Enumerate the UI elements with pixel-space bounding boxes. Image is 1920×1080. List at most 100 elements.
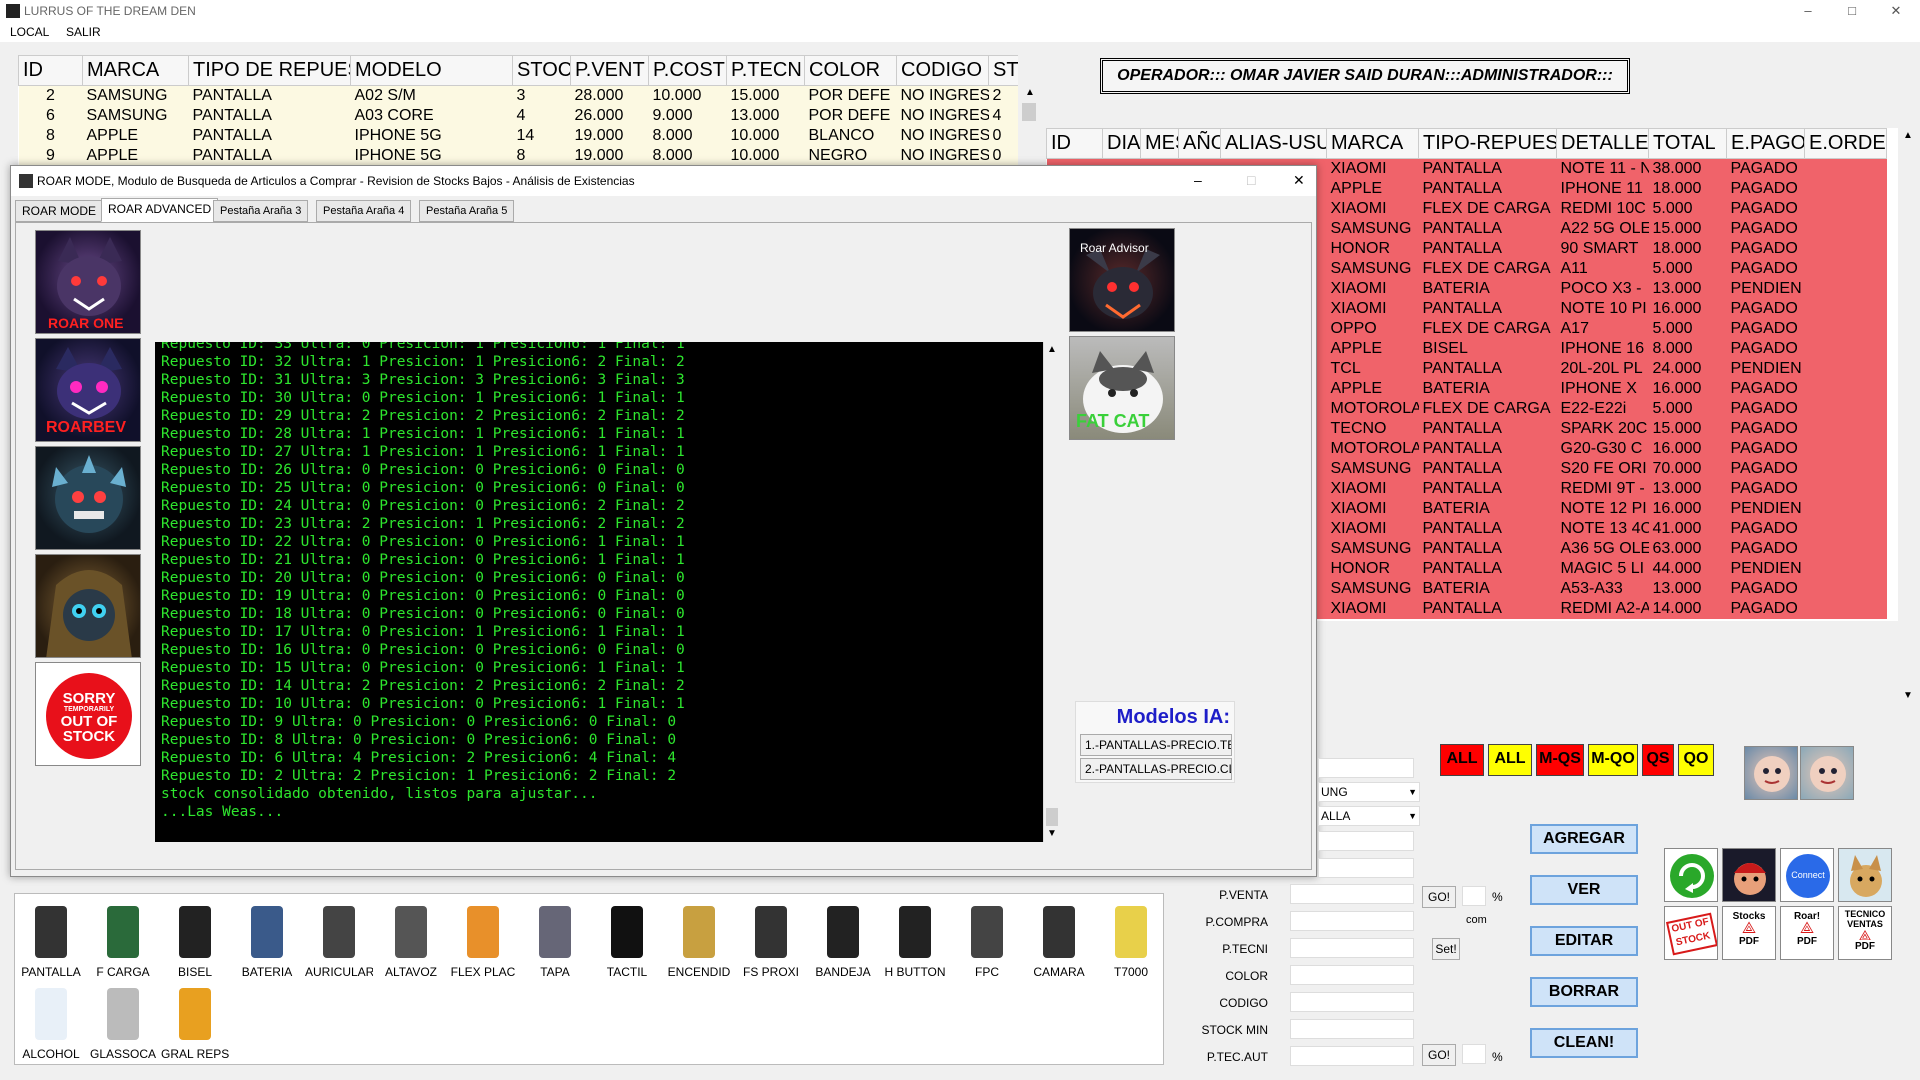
orders-col-header[interactable]: AÑO xyxy=(1178,128,1221,159)
stocks-pdf-button[interactable]: Stocks ⟁ PDF xyxy=(1722,906,1776,960)
scroll-up-icon[interactable]: ▲ xyxy=(1047,344,1057,355)
tool-bisel[interactable]: BISEL xyxy=(161,898,229,980)
clean-button[interactable]: CLEAN! xyxy=(1530,1028,1638,1058)
filter-button-m-qs[interactable]: M-QS xyxy=(1536,744,1584,776)
stock-min-input[interactable] xyxy=(1290,1019,1414,1039)
table-row[interactable]: 2 SAMSUNG PANTALLA A02 S/M 3 28.000 10.000 15.0… xyxy=(18,85,1018,106)
orders-col-header[interactable]: TIPO-REPUES xyxy=(1418,128,1557,159)
maximize-button[interactable]: □ xyxy=(1838,3,1866,18)
popup-close-button[interactable]: ✕ xyxy=(1293,172,1305,189)
tab-roar-mode[interactable]: ROAR MODE xyxy=(15,200,104,222)
p-tecni-input[interactable] xyxy=(1290,938,1414,958)
orders-col-header[interactable]: E.ORDE xyxy=(1804,128,1887,159)
roar-bev-thumb[interactable]: ROARBEV xyxy=(35,338,141,442)
stock-col-header[interactable]: COLOR xyxy=(804,55,897,86)
dog-button[interactable] xyxy=(1838,848,1892,902)
p-compra-input[interactable] xyxy=(1290,911,1414,931)
tool-pantalla[interactable]: PANTALLA xyxy=(17,898,85,980)
tab-arana-3[interactable]: Pestaña Araña 3 xyxy=(213,200,309,222)
filter-button-all[interactable]: ALL xyxy=(1488,744,1532,776)
table-row[interactable]: 8 APPLE PANTALLA IPHONE 5G 14 19.000 8.000 10.0… xyxy=(18,125,1018,146)
spiky-monster-thumb[interactable] xyxy=(35,446,141,550)
scroll-down-icon[interactable]: ▼ xyxy=(1047,828,1057,839)
orders-col-header[interactable]: MES xyxy=(1140,128,1179,159)
orders-col-header[interactable]: ALIAS-USU xyxy=(1220,128,1327,159)
tab-roar-advanced[interactable]: ROAR ADVANCED xyxy=(101,198,219,222)
tab-arana-5[interactable]: Pestaña Araña 5 xyxy=(419,200,515,222)
borrar-button[interactable]: BORRAR xyxy=(1530,977,1638,1007)
stock-col-header[interactable]: ST xyxy=(988,55,1018,86)
tecnico-ventas-pdf-button[interactable]: TECNICO VENTAS ⟁ PDF xyxy=(1838,906,1892,960)
tool-flex-plac[interactable]: FLEX PLAC xyxy=(449,898,517,980)
part-type-combo[interactable]: ALLA ▼ xyxy=(1318,806,1420,826)
tool-fs-proxi[interactable]: FS PROXI xyxy=(737,898,805,980)
roar-pdf-button[interactable]: Roar! ⟁ PDF xyxy=(1780,906,1834,960)
orders-table-scrollbar[interactable]: ▲ ▼ xyxy=(1898,128,1916,708)
scroll-down-icon[interactable]: ▼ xyxy=(1903,690,1913,701)
orders-col-header[interactable]: DIA xyxy=(1102,128,1141,159)
model-button-2[interactable]: 2.-PANTALLAS-PRECIO.CLI xyxy=(1080,758,1232,780)
out-of-stock-button[interactable]: OUT OF STOCK xyxy=(1664,906,1718,960)
stock-col-header[interactable]: TIPO DE REPUES xyxy=(188,55,351,86)
p-tec-aut-input[interactable] xyxy=(1290,1046,1414,1066)
minimize-button[interactable]: – xyxy=(1794,3,1822,18)
filter-button-all[interactable]: ALL xyxy=(1440,744,1484,776)
set-button[interactable]: Set! xyxy=(1432,938,1460,960)
chevron-down-icon[interactable]: ▼ xyxy=(1408,807,1417,825)
p-venta-input[interactable] xyxy=(1290,884,1414,904)
orders-col-header[interactable]: ID xyxy=(1046,128,1103,159)
console-scrollbar[interactable]: ▲ ▼ xyxy=(1043,342,1059,842)
hooded-cat-thumb[interactable] xyxy=(35,554,141,658)
roar-one-thumb[interactable]: ROAR ONE xyxy=(35,230,141,334)
tool-gral-reps[interactable]: GRAL REPS xyxy=(161,980,229,1062)
tool-t7000[interactable]: T7000 xyxy=(1097,898,1165,980)
filter-button-m-qo[interactable]: M-QO xyxy=(1588,744,1638,776)
tool-altavoz[interactable]: ALTAVOZ xyxy=(377,898,445,980)
tool-bandeja[interactable]: BANDEJA xyxy=(809,898,877,980)
menu-local[interactable]: LOCAL xyxy=(10,25,49,39)
tool-camara[interactable]: CAMARA xyxy=(1025,898,1093,980)
scroll-thumb[interactable] xyxy=(1022,103,1036,121)
agregar-button[interactable]: AGREGAR xyxy=(1530,824,1638,854)
user-avatar-2[interactable] xyxy=(1800,746,1854,800)
tool-glassoca[interactable]: GLASSOCA xyxy=(89,980,157,1062)
stock-col-header[interactable]: MODELO xyxy=(350,55,513,86)
orders-col-header[interactable]: E.PAGO xyxy=(1726,128,1805,159)
form-field-top[interactable] xyxy=(1318,758,1414,778)
tool-auricular[interactable]: AURICULAR xyxy=(305,898,373,980)
scroll-thumb[interactable] xyxy=(1046,808,1058,826)
roar-advisor-thumb[interactable]: Roar Advisor xyxy=(1069,228,1175,332)
ver-button[interactable]: VER xyxy=(1530,875,1638,905)
stock-col-header[interactable]: P.VENT xyxy=(570,55,649,86)
orders-col-header[interactable]: TOTAL xyxy=(1648,128,1727,159)
user-avatar-1[interactable] xyxy=(1744,746,1798,800)
stock-col-header[interactable]: CODIGO xyxy=(896,55,989,86)
tab-arana-4[interactable]: Pestaña Araña 4 xyxy=(316,200,412,222)
fat-cat-thumb[interactable]: FAT CAT xyxy=(1069,336,1175,440)
scroll-up-icon[interactable]: ▲ xyxy=(1025,87,1035,98)
stock-table[interactable]: ID MARCA TIPO DE REPUES MODELO STOC P.VENT P.C… xyxy=(18,55,1018,166)
stock-col-header[interactable]: MARCA xyxy=(82,55,189,86)
table-row[interactable]: 6 SAMSUNG PANTALLA A03 CORE 4 26.000 9.000 13.0… xyxy=(18,105,1018,126)
percent-input-tec[interactable] xyxy=(1462,1044,1486,1064)
stock-field[interactable] xyxy=(1318,858,1414,878)
refresh-button[interactable] xyxy=(1664,848,1718,902)
tool-alcohol[interactable]: ALCOHOL xyxy=(17,980,85,1062)
tool-h-button[interactable]: H BUTTON xyxy=(881,898,949,980)
orders-col-header[interactable]: MARCA xyxy=(1326,128,1419,159)
connect-button[interactable]: Connect xyxy=(1780,848,1834,902)
go-button-tec[interactable]: GO! xyxy=(1422,1044,1456,1066)
codigo-input[interactable] xyxy=(1290,992,1414,1012)
stock-col-header[interactable]: ID xyxy=(18,55,83,86)
editar-button[interactable]: EDITAR xyxy=(1530,926,1638,956)
orders-col-header[interactable]: DETALLE xyxy=(1556,128,1649,159)
close-button[interactable]: ✕ xyxy=(1882,3,1910,19)
out-of-stock-thumb[interactable]: SORRY TEMPORARILY OUT OF STOCK xyxy=(35,662,141,766)
tool-f-carga[interactable]: F CARGA xyxy=(89,898,157,980)
filter-button-qs[interactable]: QS xyxy=(1642,744,1674,776)
tool-tactil[interactable]: TACTIL xyxy=(593,898,661,980)
scroll-up-icon[interactable]: ▲ xyxy=(1903,130,1913,141)
percent-input[interactable] xyxy=(1462,886,1486,906)
console-output[interactable]: Repuesto ID: 33 Ultra: 0 Presicion: 1 Pr… xyxy=(155,342,1043,842)
stock-col-header[interactable]: P.COST xyxy=(648,55,727,86)
